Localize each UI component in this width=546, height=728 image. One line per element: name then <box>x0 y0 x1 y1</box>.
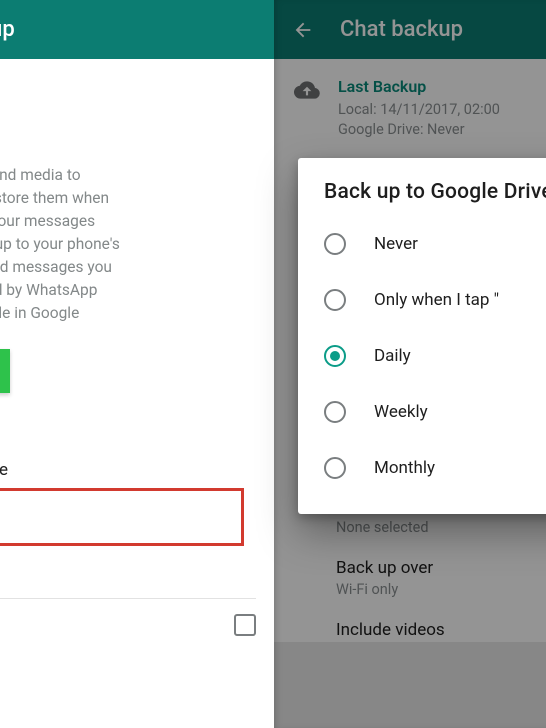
radio-monthly[interactable] <box>324 457 346 479</box>
dialog-title: Back up to Google Drive <box>298 180 546 216</box>
left-last-backup-title: p <box>0 79 256 98</box>
include-videos-row-left[interactable]: deos <box>0 605 274 637</box>
backup-button[interactable]: P <box>0 349 10 393</box>
highlight-box <box>0 488 244 546</box>
left-description: ur messages and media to ve. You can res… <box>0 148 274 335</box>
option-weekly[interactable]: Weekly <box>298 384 546 440</box>
backup-over-row-left[interactable]: over <box>0 542 274 588</box>
option-weekly-label: Weekly <box>374 402 428 422</box>
left-screen: backup p 1/2017, 02:00 e: Never ur messa… <box>0 0 274 728</box>
left-gdrive-settings-title: ve settings <box>0 419 256 438</box>
radio-daily[interactable] <box>324 345 346 367</box>
left-last-backup-section: p 1/2017, 02:00 e: Never <box>0 59 274 148</box>
option-monthly-label: Monthly <box>374 458 435 478</box>
option-never[interactable]: Never <box>298 216 546 272</box>
left-appbar: backup <box>0 0 274 59</box>
option-daily-label: Daily <box>374 346 411 366</box>
option-only-when-tap[interactable]: Only when I tap " <box>298 272 546 328</box>
radio-never[interactable] <box>324 233 346 255</box>
left-last-backup-local: 1/2017, 02:00 <box>0 104 256 126</box>
divider <box>0 598 256 599</box>
backup-over-row-left-title: over <box>0 552 256 576</box>
option-monthly[interactable]: Monthly <box>298 440 546 496</box>
backup-to-google-drive-label: o Google Drive <box>0 458 256 482</box>
radio-only-when-tap[interactable] <box>324 289 346 311</box>
left-last-backup-gdrive: e: Never <box>0 126 256 148</box>
left-gdrive-settings-header: ve settings <box>0 393 274 450</box>
backup-frequency-dialog: Back up to Google Drive Never Only when … <box>298 158 546 514</box>
radio-weekly[interactable] <box>324 401 346 423</box>
include-videos-checkbox-left[interactable] <box>234 614 256 636</box>
option-never-label: Never <box>374 234 418 254</box>
option-daily[interactable]: Daily <box>298 328 546 384</box>
option-only-when-tap-label: Only when I tap " <box>374 290 499 310</box>
left-appbar-title: backup <box>0 17 15 42</box>
